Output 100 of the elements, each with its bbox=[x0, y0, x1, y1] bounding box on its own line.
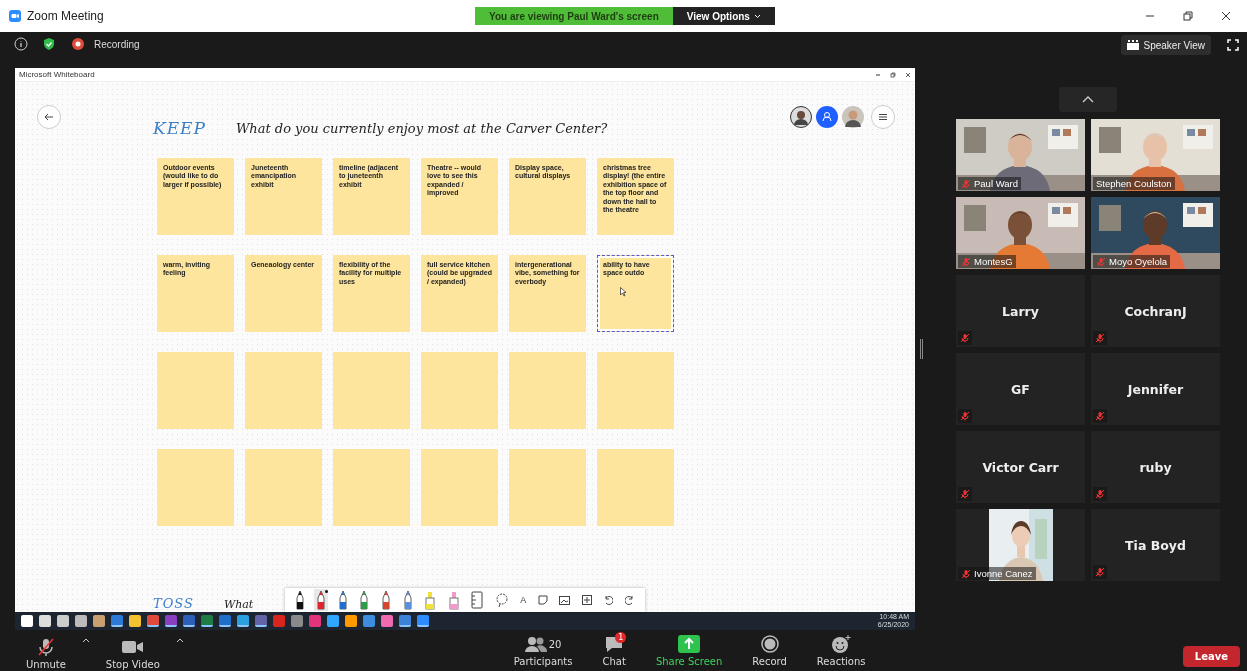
view-options-button[interactable]: View Options bbox=[672, 7, 775, 25]
shield-icon[interactable] bbox=[42, 37, 56, 51]
participant-name: Ivonne Canez bbox=[974, 568, 1033, 579]
participant-name: Tia Boyd bbox=[1125, 537, 1186, 553]
user-icon[interactable] bbox=[816, 106, 838, 128]
participant-name: MontesG bbox=[974, 256, 1013, 267]
app-icon[interactable] bbox=[129, 615, 141, 627]
participant-tile[interactable]: GF bbox=[956, 353, 1085, 425]
participant-tile[interactable]: CochranJ bbox=[1091, 275, 1220, 347]
close-icon bbox=[1221, 11, 1231, 21]
app-icon[interactable] bbox=[201, 615, 213, 627]
share-screen-icon bbox=[678, 635, 701, 653]
participant-name: Paul Ward bbox=[974, 178, 1018, 189]
video-button[interactable]: Stop Video bbox=[97, 637, 168, 670]
app-icon[interactable] bbox=[399, 615, 411, 627]
keep-heading: KEEP bbox=[153, 118, 206, 138]
back-button[interactable] bbox=[37, 105, 61, 129]
recording-icon bbox=[72, 38, 84, 50]
participant-name: Larry bbox=[1002, 303, 1039, 319]
caret-icon bbox=[753, 13, 761, 19]
info-icon[interactable] bbox=[14, 37, 28, 51]
question-heading: What do you currently enjoy most at the Carver Center? bbox=[235, 121, 608, 136]
participants-button[interactable]: 20 Participants bbox=[505, 634, 581, 667]
app-icon[interactable] bbox=[291, 615, 303, 627]
recording-label: Recording bbox=[94, 39, 140, 50]
camera-logo-icon bbox=[9, 10, 21, 22]
participant-tile[interactable]: Tia Boyd bbox=[1091, 509, 1220, 581]
menu-button[interactable] bbox=[871, 105, 895, 129]
participant-tile[interactable]: ruby bbox=[1091, 431, 1220, 503]
chevron-up-icon bbox=[1082, 96, 1094, 103]
app-icon[interactable] bbox=[237, 615, 249, 627]
tool-button[interactable]: A bbox=[518, 589, 529, 611]
app-icon[interactable] bbox=[309, 615, 321, 627]
participant-name: Victor Carr bbox=[982, 459, 1059, 475]
undo-icon bbox=[603, 595, 614, 605]
add-icon bbox=[581, 595, 592, 605]
participant-count: 20 bbox=[548, 638, 562, 650]
app-icon[interactable] bbox=[75, 615, 87, 627]
mic-button[interactable]: Unmute bbox=[18, 637, 74, 670]
toss-heading: TOSS bbox=[153, 596, 194, 611]
app-icon[interactable] bbox=[273, 615, 285, 627]
close-icon[interactable] bbox=[905, 71, 911, 78]
participant-tile[interactable]: Jennifer bbox=[1091, 353, 1220, 425]
restore-icon bbox=[1183, 11, 1193, 21]
app-icon[interactable] bbox=[363, 615, 375, 627]
sticky-note-icon bbox=[537, 595, 548, 605]
participant-name: Moyo Oyelola bbox=[1109, 256, 1168, 267]
participant-name: Jennifer bbox=[1127, 381, 1184, 397]
resize-handle[interactable] bbox=[920, 339, 923, 359]
ruler-icon bbox=[471, 591, 484, 609]
participant-tile[interactable]: Ivonne Canez bbox=[956, 509, 1085, 581]
participant-tile[interactable]: Victor Carr bbox=[956, 431, 1085, 503]
toss-question: What bbox=[223, 598, 254, 611]
app-icon[interactable] bbox=[93, 615, 105, 627]
chat-button[interactable]: Chat 1 bbox=[594, 634, 634, 667]
layout-icon bbox=[1127, 40, 1140, 50]
muted-mic-icon bbox=[35, 637, 56, 657]
image-icon bbox=[559, 595, 571, 605]
app-icon[interactable] bbox=[147, 615, 159, 627]
caret-icon bbox=[175, 637, 184, 643]
avatar-icon[interactable] bbox=[790, 106, 812, 128]
participant-tile[interactable]: Moyo Oyelola bbox=[1091, 197, 1220, 269]
share-button[interactable]: Share Screen bbox=[647, 634, 731, 667]
app-icon[interactable] bbox=[417, 615, 429, 627]
cursor-icon bbox=[620, 287, 627, 297]
restore-icon[interactable] bbox=[890, 71, 896, 78]
participant-tile[interactable]: MontesG bbox=[956, 197, 1085, 269]
app-icon[interactable] bbox=[345, 615, 357, 627]
speaker-view-button[interactable]: Speaker View bbox=[1121, 35, 1211, 55]
minimize-icon[interactable] bbox=[875, 71, 881, 78]
participant-name: CochranJ bbox=[1124, 303, 1187, 319]
app-icon[interactable] bbox=[183, 615, 195, 627]
screen-share-banner: You are viewing Paul Ward's screen bbox=[475, 7, 673, 25]
avatar-icon[interactable] bbox=[842, 106, 864, 128]
app-icon[interactable] bbox=[111, 615, 123, 627]
app-icon[interactable] bbox=[21, 615, 33, 627]
app-icon[interactable] bbox=[57, 615, 69, 627]
fullscreen-icon[interactable] bbox=[1227, 39, 1239, 51]
record-button[interactable]: Record bbox=[744, 634, 795, 667]
menu-icon bbox=[878, 113, 888, 121]
arrow-left-icon bbox=[44, 113, 54, 121]
camera-icon bbox=[121, 640, 144, 654]
participant-tile[interactable]: Larry bbox=[956, 275, 1085, 347]
record-icon bbox=[760, 635, 779, 653]
text-tool-icon: A bbox=[520, 595, 527, 605]
reactions-button[interactable]: Reactions bbox=[808, 634, 874, 667]
app-icon[interactable] bbox=[255, 615, 267, 627]
app-icon[interactable] bbox=[381, 615, 393, 627]
app-icon[interactable] bbox=[219, 615, 231, 627]
app-icon[interactable] bbox=[327, 615, 339, 627]
app-icon[interactable] bbox=[39, 615, 51, 627]
participant-tile[interactable]: Paul Ward bbox=[956, 119, 1085, 191]
participant-name: GF bbox=[1011, 381, 1030, 397]
people-icon bbox=[524, 636, 547, 652]
whiteboard-title: Microsoft Whiteboard bbox=[19, 70, 95, 79]
participant-tile[interactable]: Stephen Coulston bbox=[1091, 119, 1220, 191]
participant-name: ruby bbox=[1139, 459, 1172, 475]
leave-button[interactable]: Leave bbox=[1182, 646, 1240, 667]
lasso-icon bbox=[494, 592, 509, 608]
app-icon[interactable] bbox=[165, 615, 177, 627]
